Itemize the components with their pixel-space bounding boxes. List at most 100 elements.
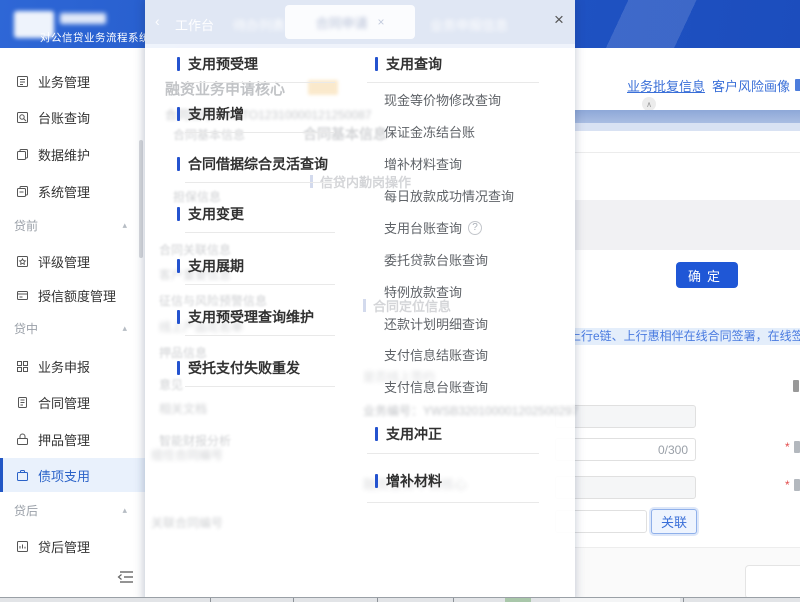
readonly-field-1 (555, 405, 696, 428)
menu-item-payment-info-ledger-query[interactable]: 支付信息台账查询 (384, 377, 488, 396)
textarea-field[interactable]: 0/300 (555, 438, 696, 461)
caret-up-icon: ▴ (122, 219, 127, 230)
sidebar-item-label: 合同管理 (38, 395, 91, 411)
required-asterisk: * (785, 478, 790, 492)
menu-item-special-loan-query[interactable]: 特例放款查询 (384, 282, 462, 301)
menu-group-preaccept-query-maintain[interactable]: 支用预受理查询维护 (177, 307, 314, 327)
grid-icon (17, 360, 28, 372)
sidebar-item-rating-mgmt[interactable]: 评级管理 (0, 244, 145, 278)
document-icon (17, 75, 28, 87)
sidebar-item-label: 贷后管理 (38, 539, 91, 555)
tab-workbench[interactable]: 工作台 (175, 15, 214, 34)
menu-group-drawdown-reversal[interactable]: 支用冲正 (375, 424, 442, 444)
sidebar-section-midloan[interactable]: 贷中 ▴ (0, 315, 145, 341)
menu-item-payment-info-settle-query[interactable]: 支付信息结账查询 (384, 345, 488, 364)
sidebar-item-collateral-mgmt[interactable]: 押品管理 (0, 422, 145, 456)
tab-close-icon[interactable]: × (378, 15, 385, 29)
sidebar-item-label: 业务申报 (38, 359, 91, 375)
menu-group-contract-flex-query[interactable]: 合同借据综合灵活查询 (177, 154, 328, 174)
caret-up-icon: ▴ (122, 322, 127, 333)
clipped-label (794, 479, 800, 491)
sidebar-item-business-mgmt[interactable]: 业务管理 (0, 64, 145, 98)
section-label: 贷前 (14, 218, 39, 233)
sidebar-item-debt-drawdown[interactable]: 债项支用 (0, 458, 145, 492)
sidebar-section-postloan[interactable]: 贷后 ▴ (0, 497, 145, 523)
menu-item-daily-loan-success-query[interactable]: 每日放款成功情况查询 (384, 186, 514, 205)
data-copy-icon (17, 148, 28, 160)
credit-icon (17, 290, 28, 300)
link-approval-info[interactable]: 业务批复信息 (627, 76, 705, 95)
menu-item-supplement-material-query[interactable]: 增补材料查询 (384, 154, 462, 173)
back-chevron-icon[interactable]: ‹ (155, 13, 160, 29)
sidebar-item-contract-mgmt[interactable]: 合同管理 (0, 385, 145, 419)
rating-icon (17, 255, 28, 267)
link-customer-risk-portrait[interactable]: 客户风险画像 (712, 76, 790, 95)
section-header-band (575, 110, 800, 123)
sidebar-item-label: 授信额度管理 (38, 288, 117, 304)
page-content-right: 业务批复信息 客户风险画像 ∧ 确定 上行e链、上行惠相伴在线合同签署，在线签署… (555, 48, 800, 602)
divider (575, 152, 800, 153)
sidebar-item-postloan-mgmt[interactable]: 贷后管理 (0, 529, 145, 563)
ghost-assoc-contract-no: 关联合同编号 (151, 516, 224, 530)
sidebar-collapse-button[interactable] (117, 569, 137, 587)
mega-menu-overlay: ‹ 工作台 待办列表 合同申请 × 业务申报信息 × 融资业务申请核心 合同编号… (145, 0, 578, 602)
collapse-circle-icon[interactable]: ∧ (642, 97, 656, 111)
sidebar-item-credit-limit-mgmt[interactable]: 授信额度管理 (0, 278, 145, 312)
report-icon (17, 540, 28, 552)
char-counter: 0/300 (657, 443, 688, 457)
menu-item-margin-freeze-ledger[interactable]: 保证金冻结台账 (384, 122, 475, 141)
clipped-label (794, 441, 800, 453)
app-window: 对公信贷业务流程系统 业务管理 台账查询 数据维护 系统管理 贷前 ▴ 评级管理 (0, 0, 800, 602)
clipped-footer-button[interactable] (745, 565, 800, 599)
caret-up-icon: ▴ (122, 504, 127, 515)
bank-name-redacted (60, 13, 106, 24)
close-icon[interactable]: × (549, 10, 569, 30)
ghost-nav-contract-basic: 合同基本信息 (173, 128, 246, 142)
clipped-label (793, 380, 799, 392)
sidebar-section-preloan[interactable]: 贷前 ▴ (0, 212, 145, 238)
menu-group-drawdown-new[interactable]: 支用新增 (177, 104, 244, 124)
ghost-related-docs: 相关文档 (159, 402, 208, 416)
menu-group-drawdown-preaccept[interactable]: 支用预受理 (177, 54, 258, 74)
ghost-opinion: 意见 (159, 378, 184, 392)
help-icon[interactable]: ? (468, 220, 483, 235)
menu-item-repayment-plan-detail-query[interactable]: 还款计划明细查询 (384, 314, 488, 333)
tab-business-declare-info[interactable]: 业务申报信息 (430, 15, 508, 34)
section-label: 贷中 (14, 321, 39, 336)
tab-todo-list[interactable]: 待办列表 (233, 15, 285, 34)
ghost-group-contract-no: 组任合同编号 (151, 448, 224, 462)
menu-group-entrusted-pay-resend[interactable]: 受托支付失败重发 (177, 358, 300, 378)
sidebar-item-business-declare[interactable]: 业务申报 (0, 349, 145, 383)
menu-item-drawdown-ledger-query[interactable]: 支用台账查询 ? (384, 218, 483, 237)
sidebar-item-label: 评级管理 (38, 254, 91, 270)
menu-group-drawdown-extension[interactable]: 支用展期 (177, 256, 244, 276)
sidebar-item-label: 债项支用 (38, 468, 91, 484)
tab-contract-apply-active[interactable]: 合同申请 × (285, 5, 415, 39)
sidebar-item-label: 押品管理 (38, 432, 91, 448)
taskbar-item (560, 598, 680, 602)
ghost-guarantee-info: 担保信息 (173, 190, 222, 204)
tab-label: 合同申请 (315, 15, 368, 31)
tabbar-washed: ‹ 工作台 待办列表 合同申请 × 业务申报信息 (145, 0, 575, 44)
associate-button[interactable]: 关联 (651, 509, 697, 534)
sidebar-scrollbar[interactable] (139, 140, 143, 258)
menu-fold-icon (117, 571, 133, 583)
ledger-search-icon (17, 111, 28, 123)
contract-icon (18, 396, 27, 408)
menu-item-entrusted-loan-ledger-query[interactable]: 委托贷款台账查询 (384, 250, 488, 269)
menu-group-supplement-material[interactable]: 增补材料 (375, 471, 442, 491)
collapsed-section-block (575, 200, 800, 250)
sidebar-item-system-mgmt[interactable]: 系统管理 (0, 174, 145, 208)
link-clipped[interactable] (795, 79, 800, 91)
menu-item-cash-equivalent-query[interactable]: 现金等价物修改查询 (384, 90, 501, 109)
collateral-icon (17, 433, 28, 445)
section-header-band-light (575, 123, 800, 131)
esign-banner: 上行e链、上行惠相伴在线合同签署，在线签署后该合 (575, 328, 800, 345)
sidebar-item-data-maintain[interactable]: 数据维护 (0, 137, 145, 171)
sidebar-item-ledger-query[interactable]: 台账查询 (0, 100, 145, 134)
sidebar-item-label: 系统管理 (38, 184, 91, 200)
sidebar-item-label: 业务管理 (38, 74, 91, 90)
menu-group-drawdown-change[interactable]: 支用变更 (177, 204, 244, 224)
menu-group-drawdown-query[interactable]: 支用查询 (375, 54, 442, 74)
confirm-button[interactable]: 确定 (676, 262, 738, 288)
